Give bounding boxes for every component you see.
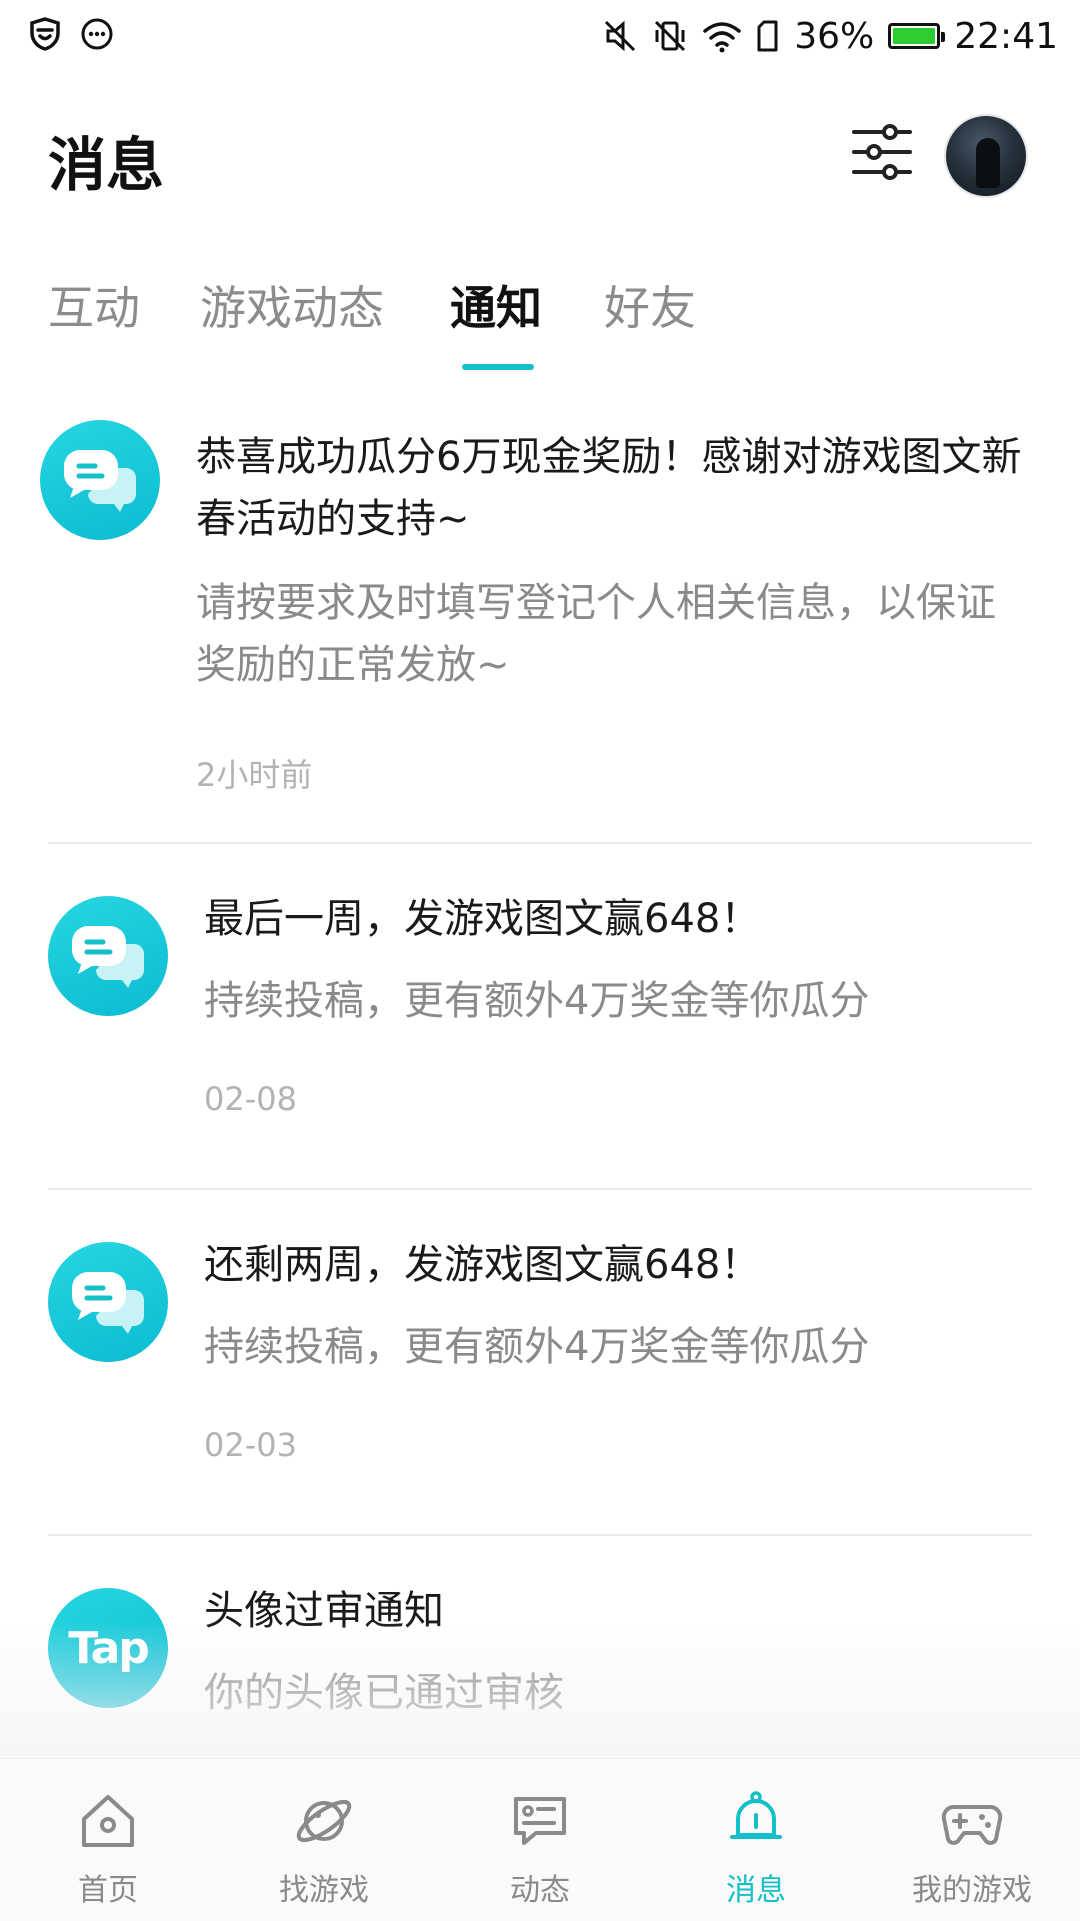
chat-bubble-icon <box>81 18 113 50</box>
notification-description: 你的头像已通过审核 <box>204 1670 564 1716</box>
user-avatar[interactable] <box>944 114 1028 198</box>
filter-button[interactable] <box>850 120 914 184</box>
notification-time: 02-08 <box>204 1080 297 1118</box>
battery-fill <box>893 28 936 44</box>
nav-label: 我的游戏 <box>912 1873 1032 1908</box>
vibrate-off-icon <box>655 20 686 52</box>
nav-feed[interactable]: 动态 <box>432 1759 648 1921</box>
nav-label: 消息 <box>726 1873 786 1908</box>
tab-game-updates[interactable]: 游戏动态 <box>200 272 384 338</box>
active-tab-indicator <box>462 364 534 370</box>
tap-logo-icon: Tap <box>48 1588 168 1708</box>
tap-logo-text: Tap <box>68 1622 150 1674</box>
mute-icon <box>605 20 636 52</box>
page-title: 消息 <box>48 131 165 199</box>
nav-my-games[interactable]: 我的游戏 <box>864 1759 1080 1921</box>
nav-label: 首页 <box>78 1873 138 1908</box>
divider <box>48 1534 1032 1536</box>
notification-title: 恭喜成功瓜分6万现金奖励！感谢对游戏图文新春活动的支持~ <box>196 434 1022 542</box>
status-left-icons <box>28 16 114 52</box>
sliders-icon <box>852 124 912 180</box>
nav-label: 动态 <box>510 1873 570 1908</box>
notification-time: 2小时前 <box>196 756 313 794</box>
divider <box>48 842 1032 844</box>
tab-notifications[interactable]: 通知 <box>450 272 542 338</box>
wifi-icon <box>703 22 741 53</box>
planet-icon <box>296 1799 352 1843</box>
divider <box>48 1188 1032 1190</box>
shield-icon <box>30 17 60 51</box>
tab-interactions[interactable]: 互动 <box>48 272 140 338</box>
clock: 22:41 <box>954 15 1058 57</box>
feed-icon <box>514 1797 566 1845</box>
battery-percent: 36% <box>794 15 875 57</box>
notification-title: 头像过审通知 <box>204 1588 444 1634</box>
gamepad-icon <box>941 1805 1003 1845</box>
nav-home[interactable]: 首页 <box>0 1759 216 1921</box>
avatar-figure <box>976 138 1000 188</box>
message-bubble-icon <box>48 896 168 1016</box>
tab-bar: 互动 游戏动态 通知 好友 <box>0 272 1080 372</box>
notification-description: 请按要求及时填写登记个人相关信息，以保证奖励的正常发放~ <box>196 580 996 688</box>
status-right-icons: 36% 22:41 <box>602 8 1058 64</box>
notification-time: 02-03 <box>204 1426 297 1464</box>
nav-messages[interactable]: 消息 <box>648 1759 864 1921</box>
notification-description: 持续投稿，更有额外4万奖金等你瓜分 <box>204 978 870 1024</box>
bottom-navigation: 首页 找游戏 动态 消息 我的游戏 <box>0 1758 1080 1921</box>
notification-title: 还剩两周，发游戏图文赢648！ <box>204 1242 761 1288</box>
home-icon <box>82 1795 134 1847</box>
nav-label: 找游戏 <box>279 1873 369 1908</box>
status-bar: 36% 22:41 <box>0 0 1080 70</box>
message-bubble-icon <box>48 1242 168 1362</box>
notification-title: 最后一周，发游戏图文赢648！ <box>204 896 761 942</box>
message-bubble-icon <box>40 420 160 540</box>
battery-icon <box>888 23 946 49</box>
tab-friends[interactable]: 好友 <box>604 272 696 338</box>
nav-find-games[interactable]: 找游戏 <box>216 1759 432 1921</box>
notification-description: 持续投稿，更有额外4万奖金等你瓜分 <box>204 1324 870 1370</box>
sim-icon <box>757 20 778 52</box>
bell-icon <box>730 1791 782 1839</box>
